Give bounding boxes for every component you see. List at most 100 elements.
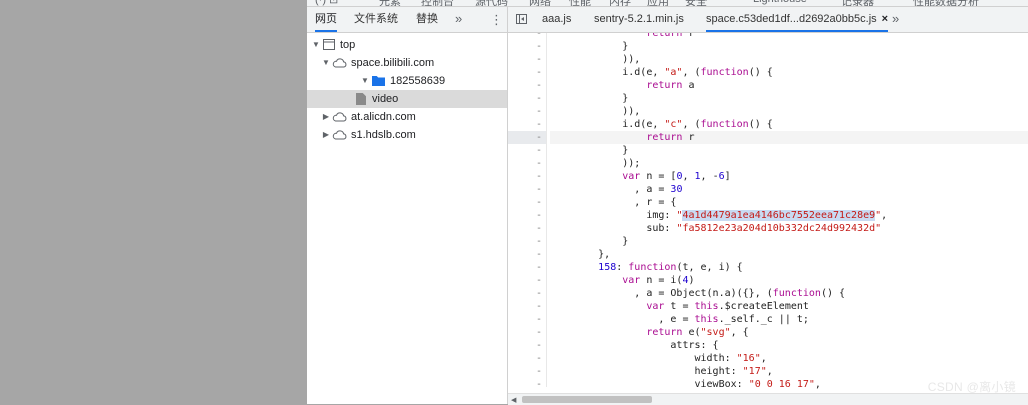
tree-item-space-bilibili[interactable]: ▼ space.bilibili.com — [307, 54, 507, 72]
gutter-line[interactable]: - — [508, 352, 546, 365]
code-line[interactable]: )), — [550, 53, 1028, 66]
more-tabs-button[interactable]: » — [455, 7, 462, 32]
close-icon[interactable]: × — [882, 7, 888, 32]
gutter-line[interactable]: - — [508, 157, 546, 170]
toolbar-tab-fragment[interactable]: 元素 — [379, 0, 401, 6]
tab-file-space[interactable]: space.c53ded1df...d2692a0bb5c.js × — [706, 7, 889, 32]
code-line[interactable]: var n = [0, 1, -6] — [550, 170, 1028, 183]
code-line[interactable]: img: "4a1d4479a1ea4146bc7552eea71c28e9", — [550, 209, 1028, 222]
code-line[interactable]: 158: function(t, e, i) { — [550, 261, 1028, 274]
code-line[interactable]: var n = i(4) — [550, 274, 1028, 287]
code-line[interactable]: } — [550, 40, 1028, 53]
gutter-line[interactable]: - — [508, 53, 546, 66]
code-line[interactable]: } — [550, 92, 1028, 105]
gutter-line[interactable]: - — [508, 183, 546, 196]
gutter-line[interactable]: - — [508, 209, 546, 222]
gutter-line[interactable]: - — [508, 326, 546, 339]
expanded-arrow-icon[interactable]: ▼ — [321, 54, 331, 72]
code-line[interactable]: , r = { — [550, 196, 1028, 209]
tab-file-aaa[interactable]: aaa.js — [542, 7, 571, 32]
tab-filesystem[interactable]: 文件系统 — [354, 7, 398, 32]
code-line[interactable]: return r — [550, 33, 1028, 40]
collapsed-arrow-icon[interactable]: ▶ — [321, 108, 331, 126]
toolbar-tab-fragment[interactable]: 应用 — [647, 0, 669, 6]
code-line[interactable]: , a = 30 — [550, 183, 1028, 196]
code-line[interactable]: )), — [550, 105, 1028, 118]
toggle-navigator-icon[interactable] — [516, 14, 527, 24]
gutter-line[interactable]: - — [508, 235, 546, 248]
gutter-line[interactable]: - — [508, 222, 546, 235]
expanded-arrow-icon[interactable]: ▼ — [311, 36, 321, 54]
gutter-line[interactable]: - — [508, 66, 546, 79]
gutter-line[interactable]: - — [508, 33, 546, 40]
gutter-line[interactable]: - — [508, 170, 546, 183]
tree-item-alicdn[interactable]: ▶ at.alicdn.com — [307, 108, 507, 126]
tree-item-folder[interactable]: ▼ 182558639 — [307, 72, 507, 90]
gutter-line[interactable]: - — [508, 274, 546, 287]
tree-item-label: 182558639 — [390, 75, 446, 87]
code-line[interactable]: , a = Object(n.a)({}, (function() { — [550, 287, 1028, 300]
code-content[interactable]: return r } )), i.d(e, "a", (function() {… — [550, 33, 1028, 393]
gutter-line[interactable]: - — [508, 131, 546, 144]
toolbar-tab-fragment[interactable]: 控制台 — [421, 0, 454, 6]
scroll-left-icon[interactable]: ◀ — [511, 396, 516, 404]
code-line[interactable]: i.d(e, "c", (function() { — [550, 118, 1028, 131]
tab-overrides[interactable]: 替换 — [416, 7, 438, 32]
toolbar-tab-fragment[interactable]: 性能 — [569, 0, 591, 6]
code-line[interactable]: return r — [550, 131, 1028, 144]
gutter-line[interactable]: - — [508, 339, 546, 352]
gutter-line[interactable]: - — [508, 300, 546, 313]
gutter-line[interactable]: - — [508, 79, 546, 92]
gutter-line[interactable]: - — [508, 378, 546, 391]
code-line[interactable]: i.d(e, "a", (function() { — [550, 66, 1028, 79]
code-line[interactable]: } — [550, 144, 1028, 157]
tree-item-video[interactable]: video — [307, 90, 507, 108]
gutter-line[interactable]: - — [508, 287, 546, 300]
gutter-line[interactable]: - — [508, 40, 546, 53]
source-editor: aaa.js sentry-5.2.1.min.js space.c53ded1… — [508, 7, 1028, 405]
code-line[interactable]: var t = this.$createElement — [550, 300, 1028, 313]
toolbar-tab-fragment[interactable]: Lighthouse — [753, 0, 807, 5]
code-line[interactable]: , e = this._self._c || t; — [550, 313, 1028, 326]
line-gutter[interactable]: ----------------------------- — [508, 33, 547, 393]
code-line[interactable]: height: "17", — [550, 365, 1028, 378]
more-editor-tabs-button[interactable]: » — [892, 7, 899, 32]
collapsed-arrow-icon[interactable]: ▶ — [321, 126, 331, 144]
expanded-arrow-icon[interactable]: ▼ — [360, 72, 370, 90]
code-line[interactable]: attrs: { — [550, 339, 1028, 352]
tree-item-hdslb[interactable]: ▶ s1.hdslb.com — [307, 126, 507, 144]
gutter-line[interactable]: - — [508, 365, 546, 378]
code-line[interactable]: } — [550, 235, 1028, 248]
gutter-line[interactable]: - — [508, 118, 546, 131]
file-icon — [356, 93, 366, 105]
gutter-line[interactable]: - — [508, 144, 546, 157]
tab-page[interactable]: 网页 — [315, 7, 337, 32]
kebab-menu-icon[interactable]: ⋮ — [490, 7, 503, 32]
code-line[interactable]: return e("svg", { — [550, 326, 1028, 339]
toolbar-tab-fragment[interactable]: 源代码 — [475, 0, 508, 6]
code-area[interactable]: ----------------------------- return r }… — [508, 33, 1028, 393]
toolbar-tab-fragment[interactable]: 网络 — [529, 0, 551, 6]
gutter-line[interactable]: - — [508, 313, 546, 326]
tree-item-label: video — [372, 93, 399, 105]
gutter-line[interactable]: - — [508, 261, 546, 274]
toolbar-tab-fragment[interactable]: 性能数据分析 — [913, 0, 979, 6]
toolbar-tab-fragment[interactable]: 记录器 — [841, 0, 874, 6]
devtools-main-toolbar: (·) ⊡ 元素 控制台 源代码 网络 性能 内存 应用 安全 Lighthouse 记录器 性能数据… — [307, 0, 1028, 7]
code-line[interactable]: )); — [550, 157, 1028, 170]
code-line[interactable]: return a — [550, 79, 1028, 92]
gutter-line[interactable]: - — [508, 248, 546, 261]
gutter-line[interactable]: - — [508, 196, 546, 209]
gutter-line[interactable]: - — [508, 105, 546, 118]
tree-item-top[interactable]: ▼ top — [307, 36, 507, 54]
scrollbar-thumb[interactable] — [522, 396, 652, 403]
editor-tabbar: aaa.js sentry-5.2.1.min.js space.c53ded1… — [508, 7, 1028, 33]
toolbar-tab-fragment[interactable]: (·) ⊡ — [315, 0, 338, 6]
code-line[interactable]: }, — [550, 248, 1028, 261]
code-line[interactable]: sub: "fa5812e23a204d10b332dc24d992432d" — [550, 222, 1028, 235]
tab-file-sentry[interactable]: sentry-5.2.1.min.js — [594, 7, 684, 32]
code-line[interactable]: width: "16", — [550, 352, 1028, 365]
toolbar-tab-fragment[interactable]: 内存 — [609, 0, 631, 6]
gutter-line[interactable]: - — [508, 92, 546, 105]
toolbar-tab-fragment[interactable]: 安全 — [685, 0, 707, 6]
